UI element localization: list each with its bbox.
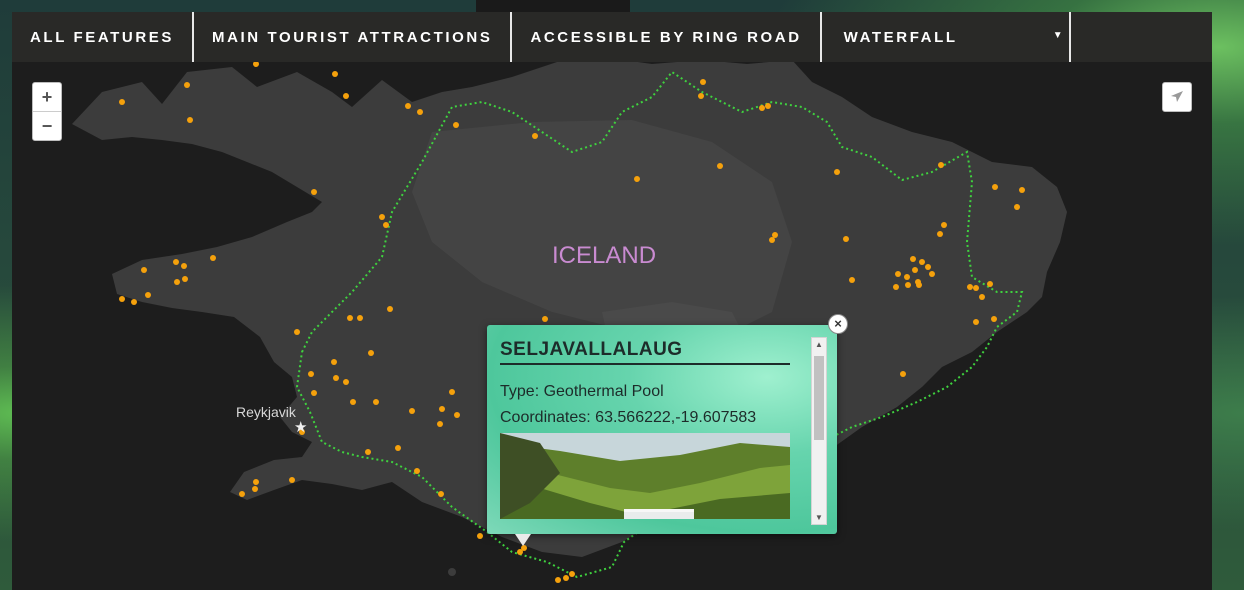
popup-title: SELJAVALLALAUG [500,339,790,365]
popup-type: Type: Geothermal Pool [500,383,664,400]
scroll-thumb[interactable] [814,356,824,440]
zoom-control: + − [32,82,62,141]
nav-main-tourist-attractions[interactable]: MAIN TOURIST ATTRACTIONS [194,12,513,62]
feature-type-select-value: WATERFALL [843,28,958,46]
valley-photo [500,433,790,519]
zoom-out-button[interactable]: − [33,111,61,140]
nav-all-features[interactable]: ALL FEATURES [12,12,194,62]
capital-star-icon: ★ [294,419,308,436]
scroll-down-icon[interactable]: ▼ [812,513,826,522]
popup-coordinates: Coordinates: 63.566222,-19.607583 [500,409,757,426]
feature-popup: × SELJAVALLALAUG Type: Geothermal Pool C… [487,314,848,546]
zoom-in-button[interactable]: + [33,83,61,111]
country-label: ICELAND [552,242,657,269]
popup-tip [515,534,531,546]
top-filter-nav: ALL FEATURES MAIN TOURIST ATTRACTIONS AC… [12,12,1212,62]
city-label: Reykjavik [236,404,296,420]
popup-content: SELJAVALLALAUG Type: Geothermal Pool Coo… [500,339,790,521]
map-view[interactable]: ALL FEATURES MAIN TOURIST ATTRACTIONS AC… [12,12,1212,590]
popup-scrollbar[interactable]: ▲ ▼ [811,337,827,525]
nav-accessible-by-ring-road[interactable]: ACCESSIBLE BY RING ROAD [512,12,822,62]
top-tab-decor [476,0,630,12]
feature-type-select[interactable]: WATERFALL ▼ [822,12,1071,62]
close-icon[interactable]: × [828,314,848,334]
paper-plane-icon [1171,91,1183,102]
popup-photo [500,433,790,519]
scroll-up-icon[interactable]: ▲ [812,340,826,349]
locate-button[interactable] [1162,82,1192,112]
chevron-down-icon: ▼ [1052,30,1063,41]
island [448,568,456,576]
